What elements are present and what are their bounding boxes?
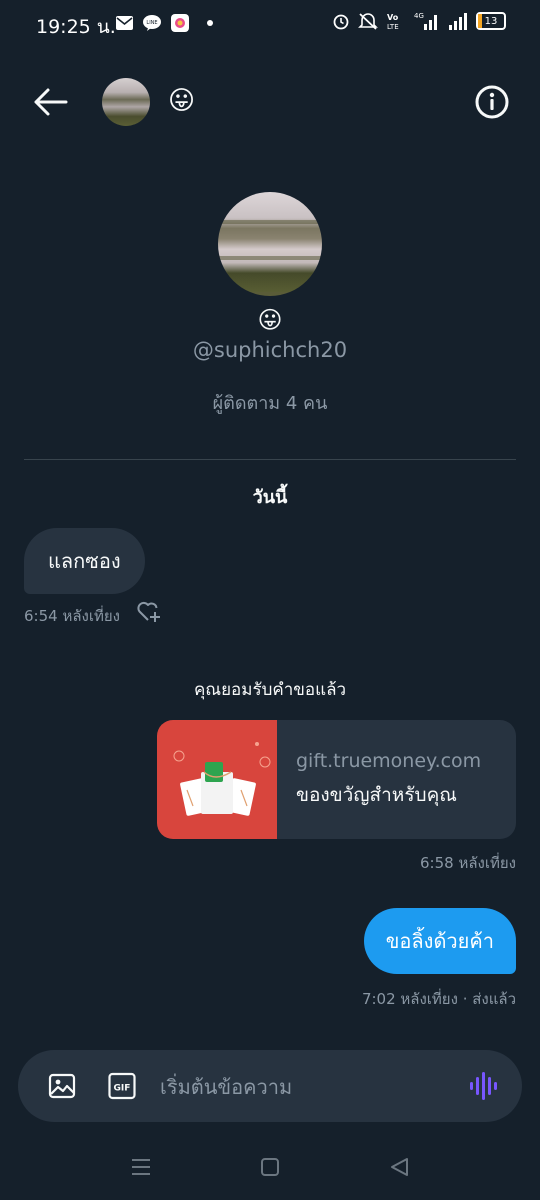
outgoing-message-status: 7:02 หลังเที่ยง · ส่งแล้ว bbox=[361, 990, 516, 1008]
svg-text:LTE: LTE bbox=[387, 23, 399, 30]
svg-text:LINE: LINE bbox=[146, 20, 157, 26]
status-system-icons: Vo LTE 4G 13 bbox=[332, 12, 506, 30]
profile-avatar[interactable] bbox=[218, 192, 322, 296]
mail-icon bbox=[116, 16, 133, 30]
svg-text:4G: 4G bbox=[414, 12, 424, 20]
voice-wave-icon[interactable] bbox=[468, 1070, 498, 1102]
back-arrow-icon[interactable] bbox=[30, 84, 70, 120]
gif-icon[interactable]: GIF bbox=[108, 1072, 136, 1100]
photos-icon bbox=[171, 14, 189, 32]
battery-icon: 13 bbox=[476, 12, 506, 30]
profile-display-name: 😛 bbox=[257, 306, 283, 334]
link-title: ของขวัญสำหรับคุณ bbox=[296, 784, 457, 806]
line-icon: LINE bbox=[143, 15, 161, 31]
status-time: 19:25 น. bbox=[36, 16, 116, 38]
volte-icon: VoLTE bbox=[387, 13, 399, 30]
date-divider-label: วันนี้ bbox=[252, 487, 288, 508]
link-domain: gift.truemoney.com bbox=[296, 750, 482, 772]
status-notification-icons: LINE bbox=[116, 14, 213, 32]
header-name-emoji[interactable]: 😛 bbox=[168, 86, 195, 116]
nav-home-icon[interactable] bbox=[260, 1157, 280, 1177]
notification-dot bbox=[207, 20, 213, 26]
info-icon[interactable] bbox=[474, 84, 510, 120]
gift-envelope-image bbox=[157, 720, 277, 839]
message-input[interactable] bbox=[160, 1073, 450, 1101]
profile-handle[interactable]: @suphichch20 bbox=[0, 338, 540, 362]
gif-label: GIF bbox=[114, 1084, 131, 1094]
incoming-message-time: 6:54 หลังเที่ยง bbox=[24, 607, 120, 625]
signal-icon: 4G bbox=[414, 12, 437, 30]
mute-icon bbox=[358, 13, 378, 30]
system-note: คุณยอมรับคำขอแล้ว bbox=[193, 680, 347, 700]
header-avatar[interactable] bbox=[102, 78, 150, 126]
incoming-message-text: แลกซอง bbox=[48, 549, 121, 573]
incoming-message-bubble[interactable]: แลกซอง bbox=[24, 528, 145, 594]
outgoing-message-text: ขอลิ้งด้วยค้า bbox=[385, 929, 494, 953]
alarm-icon bbox=[333, 14, 349, 30]
profile-followers: ผู้ติดตาม 4 คน bbox=[212, 393, 328, 414]
outgoing-message-bubble[interactable]: ขอลิ้งด้วยค้า bbox=[363, 908, 516, 974]
nav-back-icon[interactable] bbox=[388, 1156, 410, 1178]
link-card-time: 6:58 หลังเที่ยง bbox=[420, 854, 516, 872]
link-preview-card[interactable]: gift.truemoney.com ของขวัญสำหรับคุณ bbox=[157, 720, 516, 839]
signal-icon-2 bbox=[449, 13, 467, 30]
nav-menu-icon[interactable] bbox=[130, 1157, 152, 1177]
heart-plus-icon[interactable] bbox=[136, 600, 162, 624]
svg-text:Vo: Vo bbox=[387, 13, 399, 22]
battery-level: 13 bbox=[484, 15, 498, 27]
image-icon[interactable] bbox=[48, 1072, 76, 1100]
gift-envelopes-icon bbox=[173, 742, 271, 816]
divider bbox=[24, 459, 516, 460]
